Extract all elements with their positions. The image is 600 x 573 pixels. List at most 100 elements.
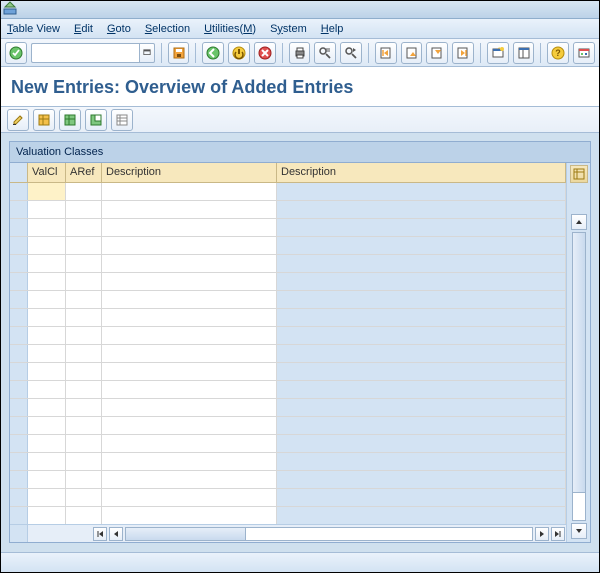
last-page-button[interactable] [452,42,474,64]
row-selector[interactable] [10,309,28,326]
exit-button[interactable] [228,42,250,64]
row-selector[interactable] [10,489,28,506]
cell-aref[interactable] [66,507,102,524]
cell-valcl[interactable] [28,453,66,470]
row-selector[interactable] [10,219,28,236]
menu-selection[interactable]: SelectionSelection [145,23,190,35]
cell-description-1[interactable] [102,273,277,290]
cell-aref[interactable] [66,381,102,398]
row-selector[interactable] [10,507,28,524]
cell-description-2[interactable] [277,309,566,326]
cell-description-2[interactable] [277,183,566,200]
scroll-down-button[interactable] [571,523,587,539]
table-row[interactable] [10,435,566,453]
cell-aref[interactable] [66,471,102,488]
table-row[interactable] [10,309,566,327]
menu-table-view[interactable]: TTable Viewable View [7,23,60,35]
cancel-button[interactable] [254,42,276,64]
table-row[interactable] [10,471,566,489]
row-selector[interactable] [10,471,28,488]
cell-valcl[interactable] [28,507,66,524]
cell-description-1[interactable] [102,363,277,380]
table-row[interactable] [10,291,566,309]
column-aref[interactable]: ARef [66,163,102,182]
cell-description-1[interactable] [102,183,277,200]
table-row[interactable] [10,327,566,345]
cell-aref[interactable] [66,435,102,452]
cell-description-1[interactable] [102,489,277,506]
hscroll-track[interactable] [125,527,533,541]
cell-valcl[interactable] [28,219,66,236]
grid-settings-button[interactable] [570,165,588,183]
hscroll-thumb[interactable] [126,528,246,540]
grid-body[interactable] [10,183,566,524]
cell-valcl[interactable] [28,363,66,380]
scroll-last-button[interactable] [551,527,565,541]
command-dropdown[interactable] [139,43,155,63]
cell-description-2[interactable] [277,255,566,272]
cell-description-2[interactable] [277,417,566,434]
cell-valcl[interactable] [28,255,66,272]
table-row[interactable] [10,237,566,255]
table-row[interactable] [10,219,566,237]
table-row[interactable] [10,507,566,524]
cell-valcl[interactable] [28,201,66,218]
table-row[interactable] [10,489,566,507]
scroll-right-button[interactable] [535,527,549,541]
row-selector[interactable] [10,183,28,200]
cell-description-2[interactable] [277,201,566,218]
column-description-1[interactable]: Description [102,163,277,182]
back-button[interactable] [202,42,224,64]
cell-valcl[interactable] [28,471,66,488]
table-row[interactable] [10,201,566,219]
scroll-left-button[interactable] [109,527,123,541]
table-row[interactable] [10,417,566,435]
cell-description-1[interactable] [102,327,277,344]
row-selector[interactable] [10,399,28,416]
cell-description-2[interactable] [277,291,566,308]
cell-description-2[interactable] [277,327,566,344]
cell-description-1[interactable] [102,381,277,398]
deselect-all-button[interactable] [85,109,107,131]
help-button[interactable]: ? [547,42,569,64]
menu-edit[interactable]: EditEdit [74,23,93,35]
cell-description-2[interactable] [277,381,566,398]
table-row[interactable] [10,381,566,399]
table-row[interactable] [10,273,566,291]
cell-aref[interactable] [66,183,102,200]
table-row[interactable] [10,183,566,201]
cell-aref[interactable] [66,489,102,506]
cell-valcl[interactable] [28,489,66,506]
cell-valcl[interactable] [28,309,66,326]
cell-aref[interactable] [66,345,102,362]
table-row[interactable] [10,345,566,363]
row-selector[interactable] [10,291,28,308]
cell-aref[interactable] [66,273,102,290]
save-button[interactable] [168,42,190,64]
cell-valcl[interactable] [28,345,66,362]
cell-aref[interactable] [66,255,102,272]
cell-description-1[interactable] [102,471,277,488]
column-valcl[interactable]: ValCl [28,163,66,182]
cell-valcl[interactable] [28,183,66,200]
cell-description-2[interactable] [277,363,566,380]
layout-button[interactable] [513,42,535,64]
row-selector[interactable] [10,201,28,218]
cell-description-1[interactable] [102,201,277,218]
row-selector[interactable] [10,453,28,470]
configure-button[interactable] [111,109,133,131]
cell-description-1[interactable] [102,309,277,326]
row-selector[interactable] [10,381,28,398]
cell-aref[interactable] [66,309,102,326]
first-page-button[interactable] [375,42,397,64]
cell-description-1[interactable] [102,291,277,308]
menu-help[interactable]: HelpHelp [321,23,344,35]
cell-valcl[interactable] [28,273,66,290]
command-input[interactable] [31,43,139,63]
cell-aref[interactable] [66,237,102,254]
column-description-2[interactable]: Description [277,163,566,182]
row-selector[interactable] [10,327,28,344]
cell-aref[interactable] [66,417,102,434]
table-row[interactable] [10,363,566,381]
cell-description-2[interactable] [277,273,566,290]
